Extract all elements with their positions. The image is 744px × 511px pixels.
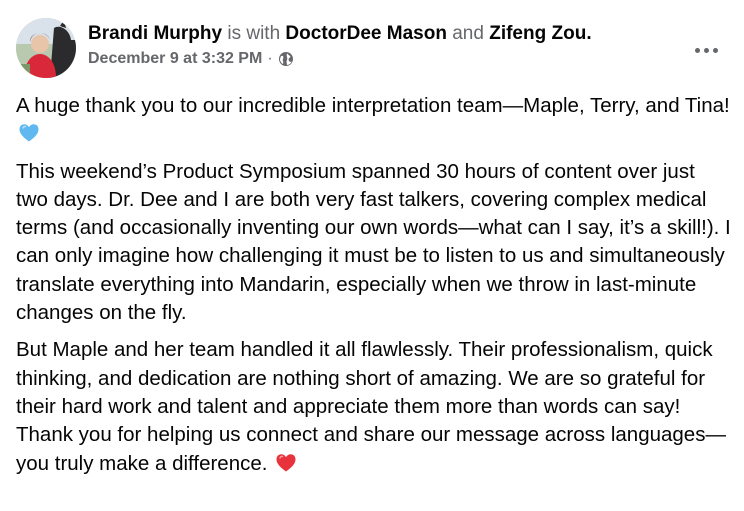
globe-icon[interactable]	[278, 51, 294, 67]
post-body: A huge thank you to our incredible inter…	[16, 92, 732, 487]
post-paragraph: A huge thank you to our incredible inter…	[16, 92, 732, 149]
header-text: Brandi Murphy is with DoctorDee Mason an…	[88, 21, 678, 69]
more-dot	[712, 47, 718, 53]
paragraph-1-text: A huge thank you to our incredible inter…	[16, 94, 730, 117]
avatar-photo	[16, 18, 76, 78]
post-timestamp[interactable]: December 9 at 3:32 PM	[88, 49, 262, 69]
author-name[interactable]: Brandi Murphy	[88, 23, 222, 44]
paragraph-2-text: This weekend’s Product Symposium spanned…	[16, 159, 731, 325]
author-line: Brandi Murphy is with DoctorDee Mason an…	[88, 21, 678, 47]
more-options-button[interactable]	[688, 32, 724, 68]
post-header: Brandi Murphy is with DoctorDee Mason an…	[16, 18, 728, 78]
facebook-post: Brandi Murphy is with DoctorDee Mason an…	[0, 0, 744, 511]
with-text: is with	[227, 23, 281, 44]
post-meta: December 9 at 3:32 PM ·	[88, 49, 678, 69]
more-dot	[694, 47, 700, 53]
post-paragraph: This weekend’s Product Symposium spanned…	[16, 158, 732, 328]
author-line-period: .	[586, 23, 592, 44]
tagged-person-2[interactable]: Zifeng Zou	[489, 23, 586, 44]
tagged-person-1[interactable]: DoctorDee Mason	[285, 23, 447, 44]
and-text: and	[452, 23, 484, 44]
red-heart-emoji	[275, 452, 297, 474]
author-avatar[interactable]	[16, 18, 76, 78]
more-dot	[703, 47, 709, 53]
post-paragraph: But Maple and her team handled it all fl…	[16, 336, 732, 477]
meta-separator: ·	[267, 50, 273, 67]
blue-heart-emoji	[18, 122, 40, 144]
paragraph-3-text: But Maple and her team handled it all fl…	[16, 338, 726, 475]
